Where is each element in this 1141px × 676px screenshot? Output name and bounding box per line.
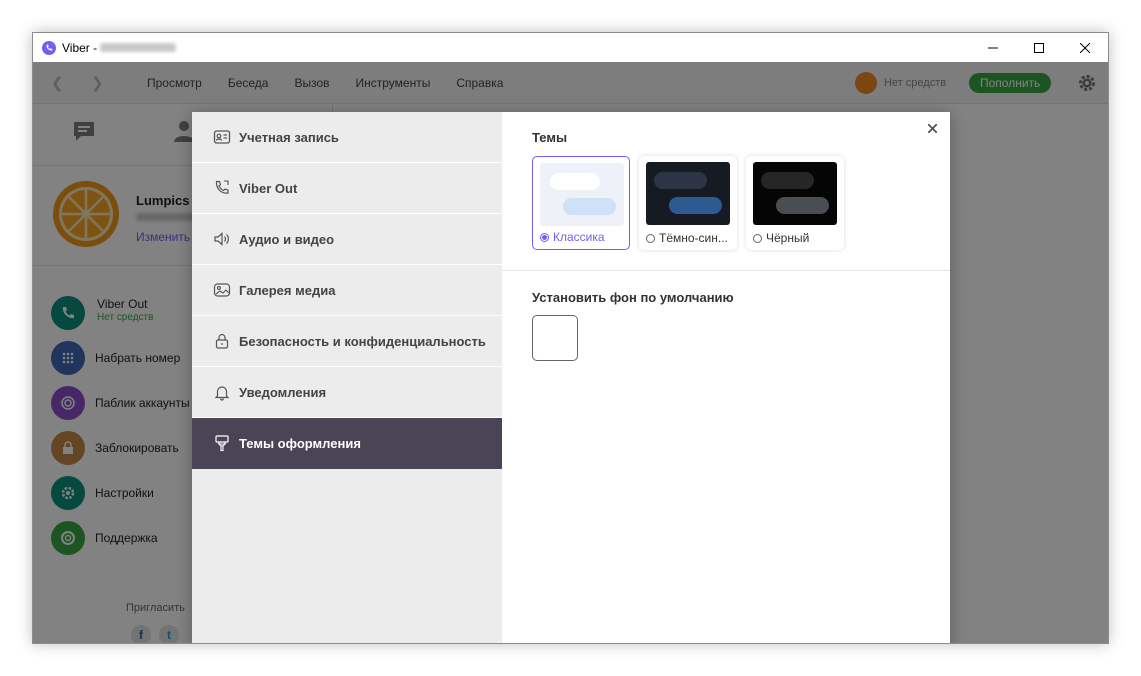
settings-item-account[interactable]: Учетная запись bbox=[192, 112, 502, 163]
bell-icon bbox=[214, 386, 230, 401]
dialog-close-button[interactable] bbox=[924, 120, 940, 136]
radio-selected-icon[interactable] bbox=[540, 232, 549, 242]
outgoing-bubble bbox=[669, 197, 722, 214]
themes-title: Темы bbox=[532, 130, 568, 145]
settings-item-label: Viber Out bbox=[239, 180, 298, 196]
settings-item-audio-video[interactable]: Аудио и видео bbox=[192, 214, 502, 265]
theme-option: Классика bbox=[540, 230, 605, 244]
phone-icon bbox=[215, 180, 229, 194]
theme-preview bbox=[646, 162, 730, 225]
close-icon bbox=[1080, 42, 1090, 53]
theme-option: Тёмно-син... bbox=[646, 231, 728, 245]
theme-preview bbox=[753, 162, 837, 225]
window-title-text: Viber - bbox=[62, 40, 98, 55]
settings-item-label: Галерея медиа bbox=[239, 282, 336, 298]
settings-item-label: Темы оформления bbox=[239, 435, 361, 451]
settings-item-label: Уведомления bbox=[239, 384, 327, 400]
theme-label: Тёмно-син... bbox=[659, 231, 728, 245]
account-card-icon bbox=[213, 130, 231, 144]
title-bar: Viber - bbox=[33, 33, 1108, 62]
settings-item-notifications[interactable]: Уведомления bbox=[192, 367, 502, 418]
radio-unselected-icon[interactable] bbox=[646, 233, 655, 243]
maximize-icon bbox=[1034, 42, 1044, 53]
settings-dialog: Учетная запись Viber Out Аудио и видео Г… bbox=[192, 112, 950, 643]
brush-icon bbox=[215, 435, 229, 452]
themes-list: Классика Тёмно-син... Чёрный bbox=[532, 156, 844, 250]
theme-card-dark-blue[interactable]: Тёмно-син... bbox=[639, 156, 737, 250]
settings-item-label: Аудио и видео bbox=[239, 231, 335, 247]
close-window-button[interactable] bbox=[1062, 33, 1108, 62]
minimize-icon bbox=[988, 47, 998, 48]
default-background-picker[interactable] bbox=[532, 315, 578, 361]
settings-sidebar: Учетная запись Viber Out Аудио и видео Г… bbox=[192, 112, 502, 643]
blurred-phone-number bbox=[100, 43, 177, 52]
theme-preview bbox=[540, 163, 624, 226]
minimize-button[interactable] bbox=[970, 33, 1016, 62]
outgoing-bubble bbox=[563, 198, 616, 215]
themes-panel: Темы Классика Тёмно-син... Чёрный Устано… bbox=[502, 112, 950, 643]
theme-card-classic[interactable]: Классика bbox=[532, 156, 630, 250]
settings-item-label: Учетная запись bbox=[239, 129, 339, 145]
incoming-bubble bbox=[761, 172, 814, 189]
theme-card-black[interactable]: Чёрный bbox=[746, 156, 844, 250]
settings-item-themes[interactable]: Темы оформления bbox=[192, 418, 502, 469]
outgoing-bubble bbox=[776, 197, 829, 214]
theme-label: Классика bbox=[553, 230, 605, 244]
window-controls bbox=[970, 33, 1108, 62]
background-title: Установить фон по умолчанию bbox=[532, 290, 734, 305]
radio-unselected-icon[interactable] bbox=[753, 233, 762, 243]
app-body: ❮ ❯ Просмотр Беседа Вызов Инструменты Сп… bbox=[33, 62, 1108, 643]
theme-option: Чёрный bbox=[753, 231, 809, 245]
speaker-icon bbox=[214, 232, 229, 246]
incoming-bubble bbox=[550, 173, 600, 190]
section-divider bbox=[502, 270, 950, 271]
lock-icon bbox=[215, 333, 229, 349]
close-icon bbox=[927, 123, 937, 133]
settings-item-security[interactable]: Безопасность и конфиденциальность bbox=[192, 316, 502, 367]
settings-item-label: Безопасность и конфиденциальность bbox=[239, 333, 486, 349]
viber-window: Viber - ❮ ❯ Просмотр Беседа Вызов Инстру… bbox=[32, 32, 1109, 644]
gallery-icon bbox=[213, 283, 231, 297]
window-title: Viber - bbox=[62, 40, 177, 55]
viber-logo-icon bbox=[42, 40, 56, 55]
settings-item-media-gallery[interactable]: Галерея медиа bbox=[192, 265, 502, 316]
maximize-button[interactable] bbox=[1016, 33, 1062, 62]
settings-item-viber-out[interactable]: Viber Out bbox=[192, 163, 502, 214]
incoming-bubble bbox=[654, 172, 707, 189]
theme-label: Чёрный bbox=[766, 231, 810, 245]
